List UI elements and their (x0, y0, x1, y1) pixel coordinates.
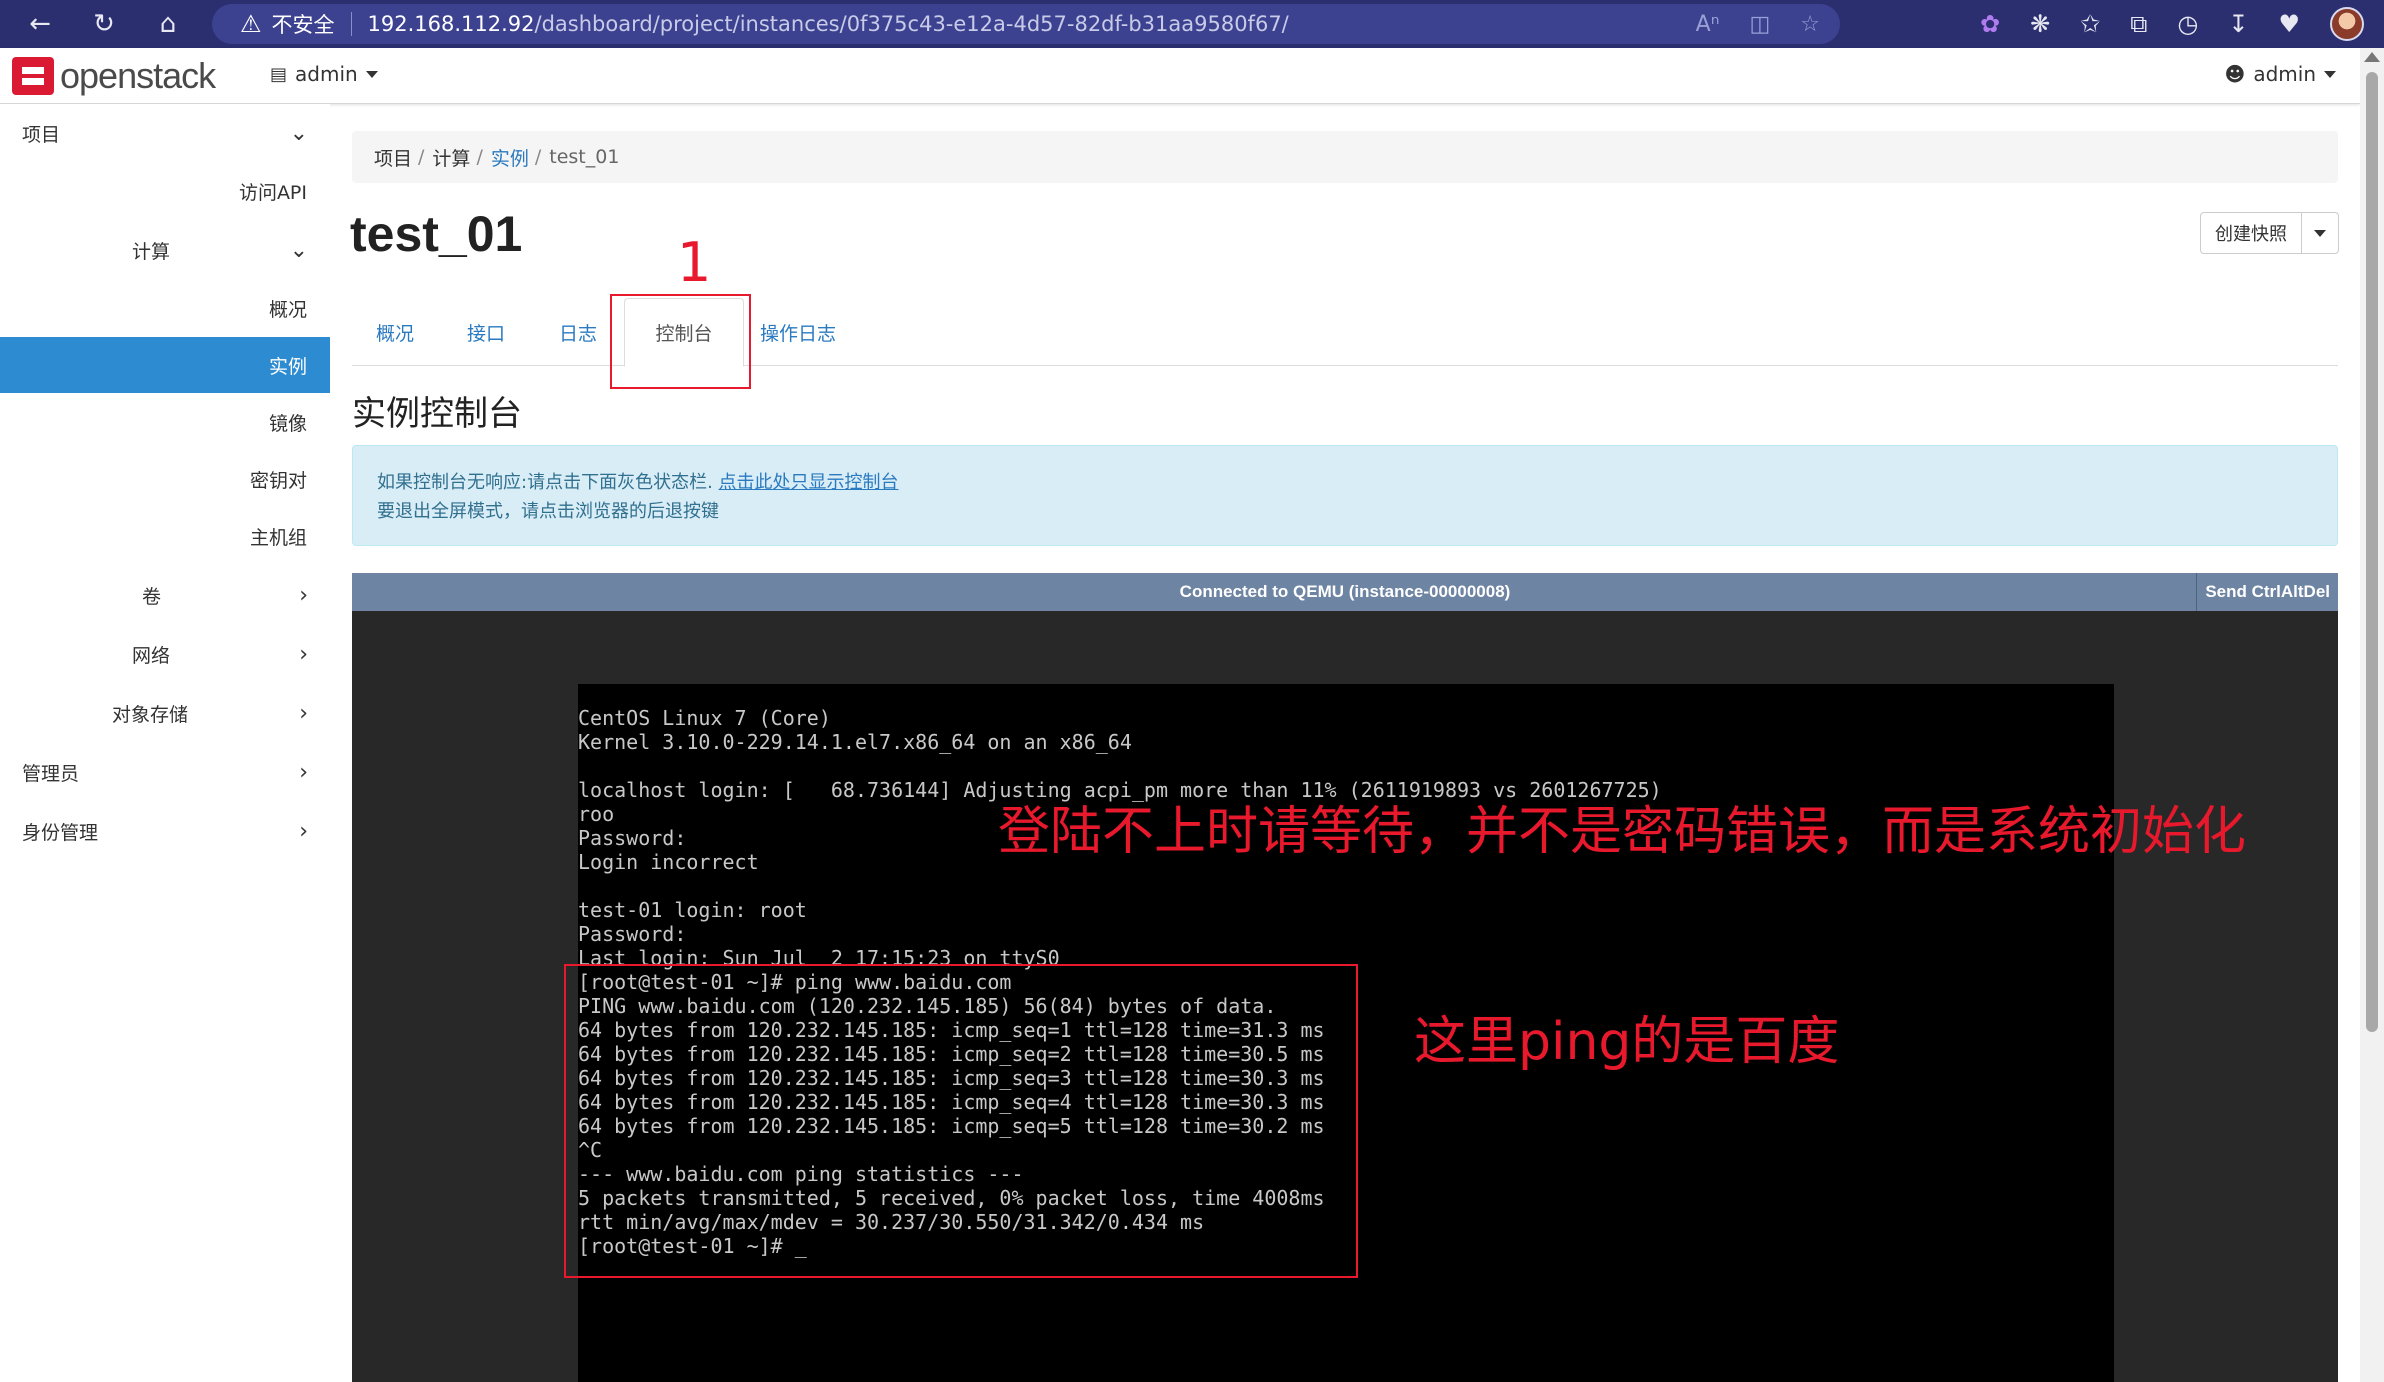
extensions-icon[interactable]: ❋ (2030, 10, 2050, 38)
actions-dropdown-toggle[interactable] (2302, 213, 2338, 253)
chevron-down-icon: ⌄ (289, 237, 308, 263)
terminal-line: localhost login: [ 68.736144] Adjusting … (578, 778, 1662, 802)
openstack-logo-icon (12, 57, 54, 95)
downloads-icon[interactable]: ↧ (2228, 10, 2248, 38)
console-status-bar[interactable]: Connected to QEMU (instance-00000008) Se… (352, 573, 2338, 611)
user-icon: ☻ (2224, 62, 2246, 86)
page-scrollbar[interactable] (2360, 48, 2384, 1382)
sidebar-item-network[interactable]: 网络 › (0, 626, 330, 682)
scrollbar-thumb[interactable] (2366, 72, 2378, 1032)
tab-interfaces[interactable]: 接口 (467, 298, 505, 366)
address-bar[interactable]: ⚠ 不安全 192.168.112.92/dashboard/project/i… (212, 4, 1840, 44)
annotation-number: 1 (677, 231, 712, 294)
warning-icon: ⚠ (240, 10, 262, 38)
terminal-line: Kernel 3.10.0-229.14.1.el7.x86_64 on an … (578, 730, 1132, 754)
breadcrumb-compute[interactable]: 计算 (432, 144, 470, 171)
security-warning[interactable]: ⚠ 不安全 (240, 9, 335, 39)
favorite-star-icon[interactable]: ☆ (1800, 12, 1820, 37)
section-title: 实例控制台 (352, 394, 522, 434)
page-title: test_01 (350, 206, 523, 262)
tab-action-log[interactable]: 操作日志 (760, 298, 836, 366)
console-only-link[interactable]: 点击此处只显示控制台 (719, 472, 899, 493)
project-icon: ▤ (270, 63, 288, 85)
sidebar-item-overview[interactable]: 概况 (0, 280, 307, 336)
performance-icon[interactable]: ♥ (2278, 10, 2300, 38)
chevron-right-icon: › (299, 641, 308, 667)
annotation-box-console-tab (610, 294, 751, 389)
annotation-box-ping (564, 964, 1358, 1278)
avatar[interactable] (2330, 7, 2364, 41)
breadcrumb-project[interactable]: 项目 (374, 144, 412, 171)
back-icon[interactable]: ← (18, 4, 62, 44)
tab-overview[interactable]: 概况 (376, 298, 414, 366)
terminal-line: CentOS Linux 7 (Core) (578, 706, 831, 730)
url-path: /dashboard/project/instances/0f375c43-e1… (534, 12, 1289, 36)
sidebar-item-server-groups[interactable]: 主机组 (0, 508, 307, 564)
scroll-up-icon[interactable] (2364, 52, 2380, 62)
history-icon[interactable]: ◷ (2177, 10, 2198, 38)
url-host: 192.168.112.92 (367, 12, 535, 36)
browser-toolbar: ← ↻ ⌂ ⚠ 不安全 192.168.112.92/dashboard/pro… (0, 0, 2384, 48)
sidebar: 项目 ⌄ 访问API 计算 ⌄ 概况 实例 镜像 密钥对 主机组 卷 › 网络 … (0, 104, 330, 1382)
sidebar-item-compute[interactable]: 计算 ⌄ (0, 222, 330, 278)
sidebar-item-images[interactable]: 镜像 (0, 394, 307, 450)
caret-down-icon (2324, 70, 2336, 78)
sidebar-item-project[interactable]: 项目 ⌄ (0, 105, 330, 161)
home-icon[interactable]: ⌂ (146, 4, 190, 44)
sidebar-item-instances[interactable]: 实例 (0, 337, 330, 393)
sidebar-item-object-store[interactable]: 对象存储 › (0, 685, 330, 741)
console-info-alert: 如果控制台无响应:请点击下面灰色状态栏. 点击此处只显示控制台 要退出全屏模式，… (352, 445, 2338, 546)
send-ctrlaltdel-button[interactable]: Send CtrlAltDel (2196, 573, 2338, 611)
openstack-navbar: openstack ▤ admin ☻ admin (0, 48, 2360, 104)
info-line-2: 要退出全屏模式，请点击浏览器的后退按键 (377, 501, 719, 522)
caret-down-icon (365, 70, 378, 78)
copilot-icon[interactable]: ✿ (1980, 10, 2000, 38)
chevron-right-icon: › (299, 818, 308, 844)
favorites-icon[interactable]: ✩ (2080, 10, 2100, 38)
info-line-1: 如果控制台无响应:请点击下面灰色状态栏. (377, 472, 719, 493)
openstack-logo[interactable]: openstack (12, 55, 216, 96)
annotation-ping-note: 这里ping的是百度 (1414, 1012, 1840, 1072)
tab-log[interactable]: 日志 (559, 298, 597, 366)
breadcrumb-instances[interactable]: 实例 (491, 144, 529, 171)
console-status-text: Connected to QEMU (instance-00000008) (1179, 582, 1511, 601)
reload-icon[interactable]: ↻ (82, 4, 126, 44)
sidebar-item-volumes[interactable]: 卷 › (0, 567, 330, 623)
reader-view-icon[interactable]: ◫ (1749, 12, 1770, 37)
sidebar-item-identity[interactable]: 身份管理 › (0, 803, 330, 859)
snapshot-button-group: 创建快照 (2200, 212, 2339, 254)
caret-down-icon (2314, 229, 2326, 237)
chevron-right-icon: › (299, 759, 308, 785)
create-snapshot-button[interactable]: 创建快照 (2201, 213, 2302, 253)
breadcrumb: 项目 / 计算 / 实例 / test_01 (352, 131, 2338, 183)
chevron-down-icon: ⌄ (289, 120, 308, 146)
read-aloud-icon[interactable]: Aⁿ (1696, 12, 1720, 37)
terminal-line: Password: (578, 922, 687, 946)
url-text[interactable]: 192.168.112.92/dashboard/project/instanc… (368, 12, 1289, 36)
sidebar-item-admin[interactable]: 管理员 › (0, 744, 330, 800)
project-dropdown[interactable]: ▤ admin (270, 62, 378, 86)
chevron-right-icon: › (299, 582, 308, 608)
chevron-right-icon: › (299, 700, 308, 726)
sidebar-item-api-access[interactable]: 访问API (0, 163, 307, 219)
annotation-login-note: 登陆不上时请等待，并不是密码错误，而是系统初始化 (998, 802, 2247, 862)
terminal-line: test-01 login: root (578, 898, 807, 922)
sidebar-item-keypairs[interactable]: 密钥对 (0, 451, 307, 507)
collections-icon[interactable]: ⧉ (2130, 10, 2147, 38)
user-dropdown[interactable]: ☻ admin (2224, 62, 2336, 86)
breadcrumb-current: test_01 (549, 146, 620, 168)
